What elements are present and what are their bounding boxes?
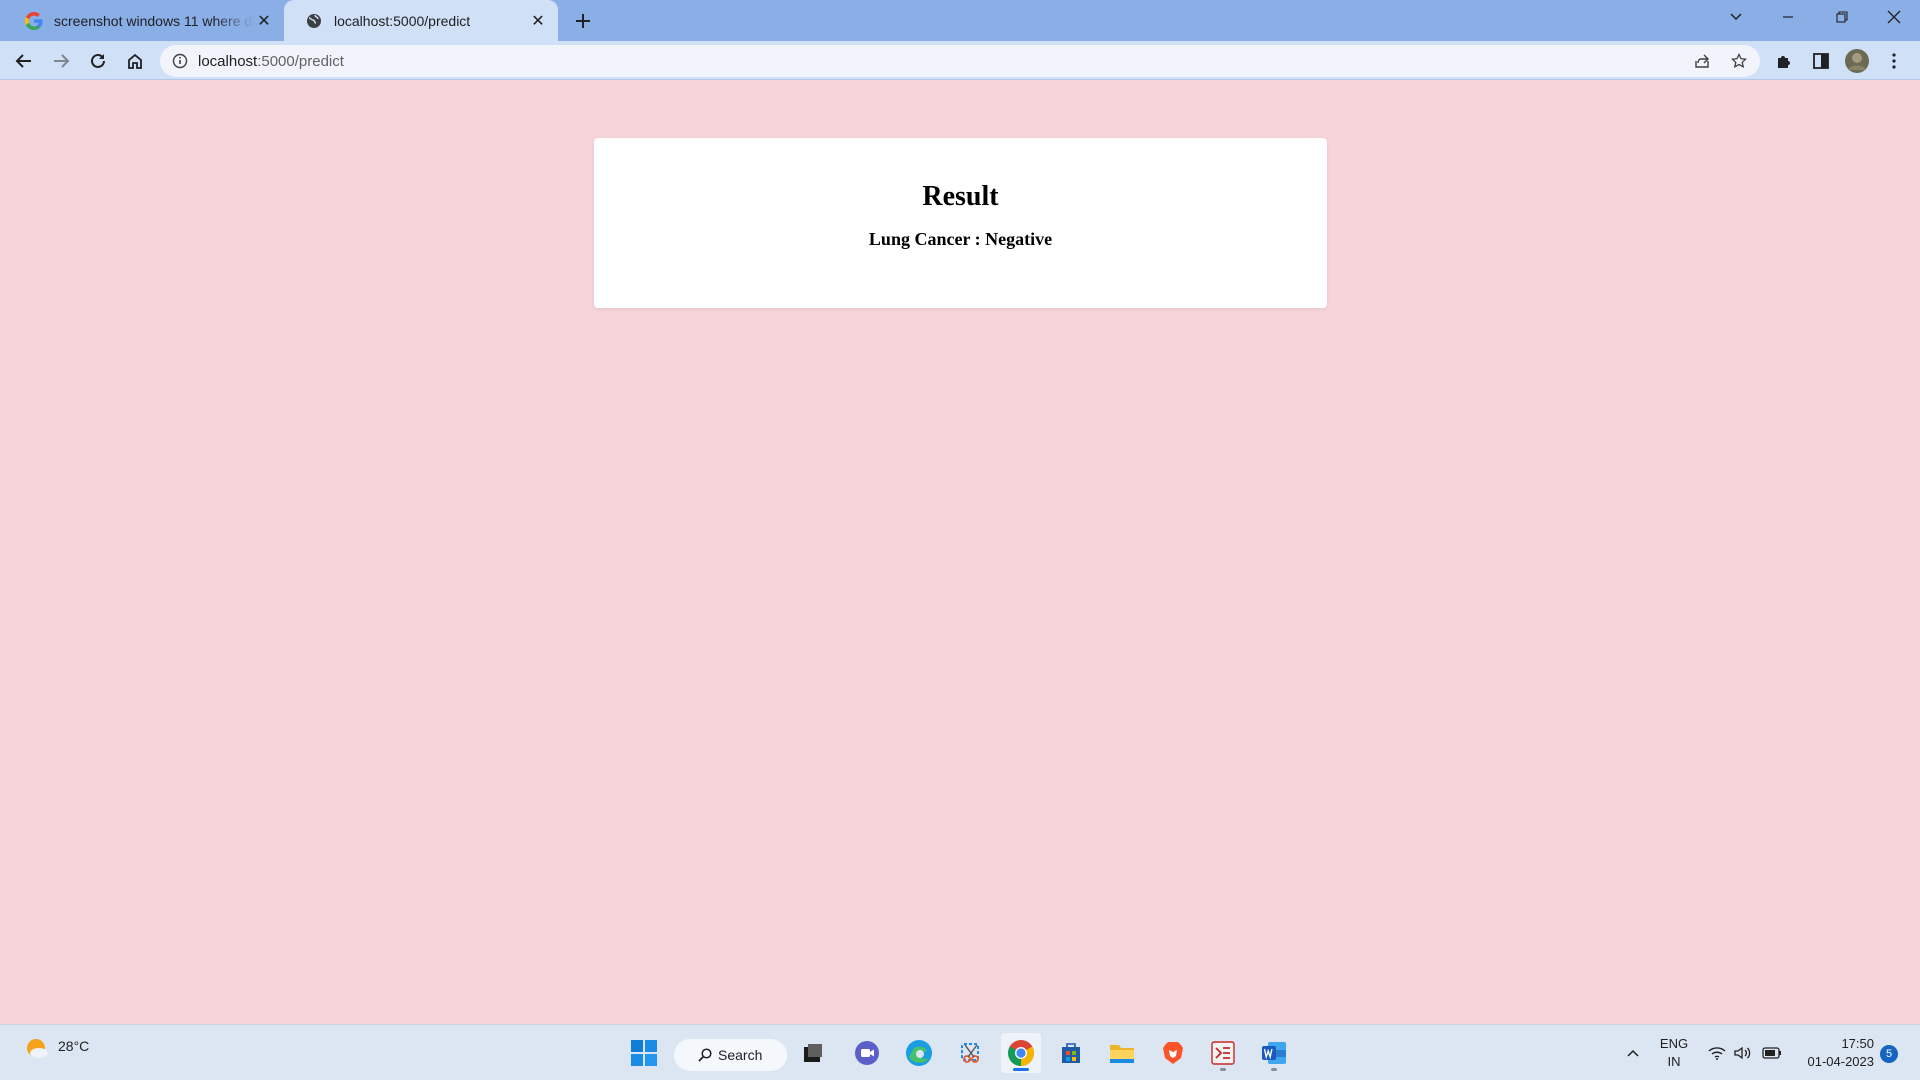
taskbar-search[interactable]: Search <box>674 1039 787 1071</box>
chrome-button[interactable] <box>1001 1033 1041 1073</box>
tab-search-button[interactable] <box>1710 0 1762 34</box>
store-icon <box>1062 1043 1080 1063</box>
google-icon <box>24 11 44 31</box>
search-icon <box>698 1048 712 1062</box>
volume-status[interactable] <box>1732 1025 1754 1080</box>
tab-title: screenshot windows 11 where do <box>54 12 254 29</box>
chrome-icon <box>1008 1040 1035 1067</box>
task-view-button[interactable] <box>793 1033 833 1073</box>
brave-icon <box>1163 1042 1183 1064</box>
meet-button[interactable] <box>847 1033 887 1073</box>
side-panel-icon <box>1813 53 1829 69</box>
search-label: Search <box>718 1047 763 1063</box>
extensions-button[interactable] <box>1770 47 1798 75</box>
running-indicator <box>1220 1068 1226 1071</box>
start-button[interactable] <box>624 1033 664 1073</box>
back-button[interactable] <box>10 47 38 75</box>
url-text: localhost:5000/predict <box>198 53 344 70</box>
home-icon <box>128 53 142 69</box>
close-window-button[interactable] <box>1868 0 1920 34</box>
more-vert-icon <box>1892 53 1896 69</box>
word-button[interactable] <box>1254 1033 1294 1073</box>
url-host: localhost <box>198 52 258 70</box>
file-explorer-button[interactable] <box>1102 1033 1142 1073</box>
app-icon <box>1211 1041 1235 1065</box>
word-icon <box>1262 1042 1286 1064</box>
active-indicator <box>1013 1068 1029 1071</box>
menu-button[interactable] <box>1880 47 1908 75</box>
star-icon <box>1731 53 1747 69</box>
windows-start-icon <box>631 1040 657 1066</box>
tab-title: localhost:5000/predict <box>334 12 471 29</box>
time-text: 17:50 <box>1841 1036 1874 1051</box>
running-indicator <box>1271 1068 1277 1071</box>
address-bar[interactable]: localhost:5000/predict <box>160 45 1760 77</box>
language-indicator[interactable]: ENG IN <box>1656 1035 1692 1071</box>
battery-status[interactable] <box>1760 1025 1784 1080</box>
result-card: Result Lung Cancer : Negative <box>594 138 1327 308</box>
side-panel-button[interactable] <box>1807 47 1835 75</box>
reload-icon <box>91 53 105 68</box>
close-icon[interactable]: ✕ <box>254 11 274 31</box>
chevron-down-icon <box>1730 13 1742 21</box>
meet-icon <box>855 1041 879 1065</box>
show-hidden-icons-button[interactable] <box>1622 1025 1644 1080</box>
browser-toolbar: localhost:5000/predict <box>0 41 1920 80</box>
forward-button[interactable] <box>47 47 75 75</box>
page-title: Result <box>922 181 999 212</box>
new-tab-button[interactable] <box>570 8 596 34</box>
weather-icon <box>27 1039 48 1058</box>
notification-badge[interactable]: 5 <box>1880 1045 1898 1063</box>
battery-icon <box>1762 1047 1781 1059</box>
globe-icon <box>304 11 324 31</box>
file-explorer-icon <box>1110 1045 1134 1063</box>
bookmark-button[interactable] <box>1725 47 1753 75</box>
plus-icon <box>576 14 590 28</box>
minimize-icon <box>1783 16 1793 18</box>
tab-strip: screenshot windows 11 where do ✕ localho… <box>0 0 1920 41</box>
home-button[interactable] <box>121 47 149 75</box>
puzzle-icon <box>1778 56 1790 68</box>
edge-icon <box>906 1040 932 1066</box>
edge-button[interactable] <box>899 1033 939 1073</box>
weather-temp: 28°C <box>58 1038 90 1054</box>
tab-google-search[interactable]: screenshot windows 11 where do ✕ <box>4 0 284 41</box>
result-text: Lung Cancer : Negative <box>868 229 1053 249</box>
avatar <box>1845 49 1869 73</box>
reload-button[interactable] <box>84 47 112 75</box>
page-content: Result Lung Cancer : Negative <box>0 80 1920 1024</box>
share-icon <box>1695 54 1709 68</box>
volume-icon <box>1734 1046 1751 1060</box>
share-button[interactable] <box>1688 47 1716 75</box>
tab-localhost-predict[interactable]: localhost:5000/predict ✕ <box>284 0 558 41</box>
clock[interactable]: 17:50 01-04-2023 <box>1794 1035 1875 1071</box>
close-icon <box>1887 10 1901 24</box>
profile-button[interactable] <box>1843 47 1871 75</box>
task-view-icon <box>804 1044 822 1062</box>
wifi-icon <box>1708 1047 1726 1060</box>
brave-button[interactable] <box>1153 1033 1193 1073</box>
region-code: IN <box>1667 1054 1681 1069</box>
snipping-tool-button[interactable] <box>951 1033 991 1073</box>
language-code: ENG <box>1659 1036 1689 1051</box>
info-icon[interactable] <box>172 53 188 69</box>
chevron-up-icon <box>1627 1049 1639 1057</box>
date-text: 01-04-2023 <box>1807 1054 1875 1069</box>
wifi-status[interactable] <box>1706 1025 1728 1080</box>
weather-widget[interactable]: 28°C <box>24 1035 89 1061</box>
close-icon[interactable]: ✕ <box>528 11 548 31</box>
arrow-right-icon <box>54 54 70 68</box>
arrow-left-icon <box>15 54 31 68</box>
snipping-tool-icon <box>961 1043 979 1063</box>
store-button[interactable] <box>1051 1033 1091 1073</box>
taskbar: 28°C Search ENG IN 17:50 01-04-2023 5 <box>0 1024 1920 1080</box>
url-path: :5000/predict <box>257 52 344 70</box>
app-button[interactable] <box>1203 1033 1243 1073</box>
restore-button[interactable] <box>1816 0 1868 34</box>
restore-icon <box>1836 11 1848 23</box>
minimize-button[interactable] <box>1762 0 1814 34</box>
